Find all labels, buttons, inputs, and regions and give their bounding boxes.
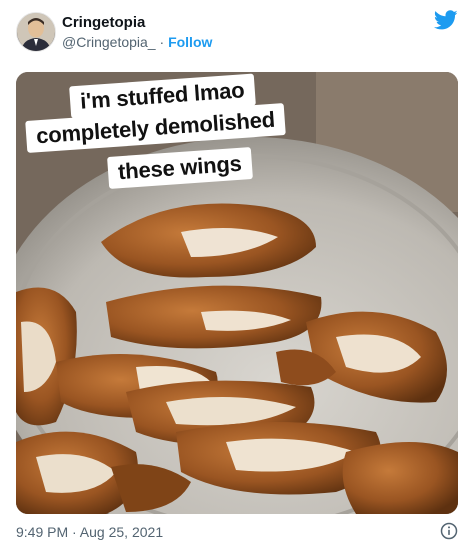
handle-row: @Cringetopia_ · Follow <box>62 34 212 51</box>
author-handle[interactable]: @Cringetopia_ <box>62 34 156 50</box>
info-icon[interactable] <box>440 522 458 540</box>
follow-button[interactable]: Follow <box>168 34 212 50</box>
avatar-person-icon <box>17 13 55 51</box>
avatar[interactable] <box>16 12 56 52</box>
twitter-bird-icon[interactable] <box>434 10 458 32</box>
tweet-header: Cringetopia @Cringetopia_ · Follow <box>16 10 458 56</box>
tweet-image[interactable]: i'm stuffed lmao completely demolished t… <box>16 72 458 514</box>
tweet-footer: 9:49 PM · Aug 25, 2021 <box>16 522 458 542</box>
tweet-card: Cringetopia @Cringetopia_ · Follow i'm s… <box>0 0 474 549</box>
author-name[interactable]: Cringetopia <box>62 14 145 32</box>
tweet-timestamp[interactable]: 9:49 PM · Aug 25, 2021 <box>16 524 163 540</box>
separator-dot: · <box>159 34 165 50</box>
